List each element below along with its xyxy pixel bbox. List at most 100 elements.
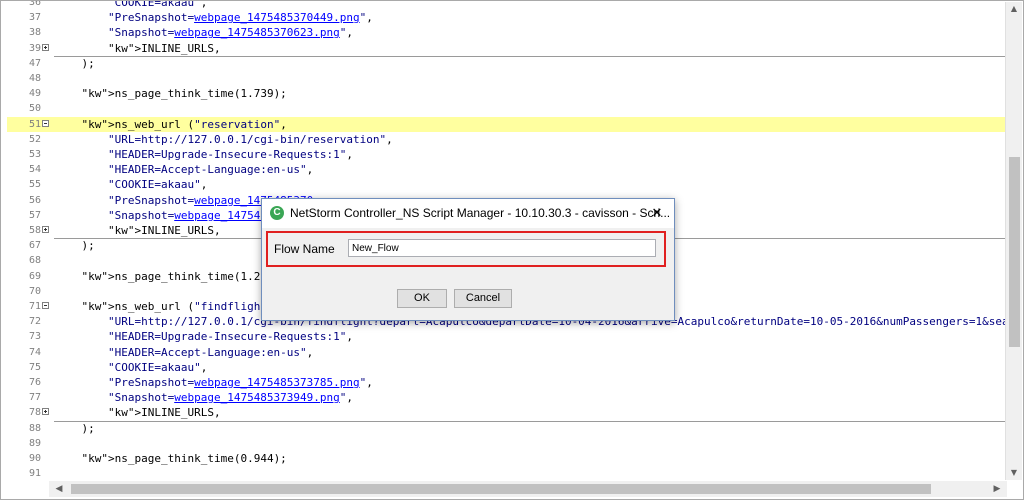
code-text: "kw">ns_web_url ("reservation", bbox=[81, 117, 287, 131]
line-number: 38 bbox=[28, 27, 41, 39]
line-number: 54 bbox=[28, 164, 41, 176]
code-text: "HEADER=Upgrade-Insecure-Requests:1", bbox=[107, 148, 354, 161]
line-number: 68 bbox=[28, 255, 41, 267]
line-number: 53 bbox=[28, 149, 41, 160]
code-line[interactable]: 55 "COOKIE=akaau", bbox=[7, 177, 1005, 192]
code-line[interactable]: 38 "Snapshot=webpage_1475485370623.png", bbox=[7, 25, 1005, 40]
code-text: "HEADER=Accept-Language:en-us", bbox=[107, 345, 314, 359]
flow-name-label: Flow Name bbox=[274, 242, 335, 256]
line-number: 89 bbox=[28, 437, 41, 449]
line-number: 78 bbox=[28, 407, 41, 419]
dialog-titlebar[interactable]: C NetStorm Controller_NS Script Manager … bbox=[262, 199, 674, 228]
fold-collapse-icon[interactable] bbox=[42, 302, 49, 309]
flow-name-input[interactable] bbox=[348, 239, 656, 257]
line-number: 47 bbox=[28, 57, 41, 69]
code-line[interactable]: 39 "kw">INLINE_URLS, bbox=[7, 41, 1005, 56]
line-number: 37 bbox=[28, 12, 41, 24]
code-text: "kw">INLINE_URLS, bbox=[107, 406, 221, 420]
code-text: "COOKIE=akaau", bbox=[107, 360, 208, 374]
scroll-left-icon[interactable]: ◀ bbox=[51, 481, 67, 497]
code-text: "PreSnapshot=webpage_1475485370449.png", bbox=[107, 11, 373, 25]
netstorm-logo-icon: C bbox=[270, 206, 284, 220]
code-text: "kw">ns_page_think_time(1.279); bbox=[81, 269, 287, 283]
code-line[interactable]: 53 "HEADER=Upgrade-Insecure-Requests:1", bbox=[7, 147, 1005, 162]
line-number: 74 bbox=[28, 346, 41, 358]
code-line[interactable]: 36 "COOKIE=akaau", bbox=[7, 1, 1005, 10]
scroll-down-icon[interactable]: ▼ bbox=[1006, 466, 1022, 480]
line-number: 77 bbox=[28, 392, 41, 404]
flow-name-dialog: C NetStorm Controller_NS Script Manager … bbox=[261, 198, 675, 321]
vertical-scroll-thumb[interactable] bbox=[1009, 157, 1020, 347]
code-line[interactable]: 89 bbox=[7, 436, 1005, 451]
horizontal-scroll-thumb[interactable] bbox=[71, 484, 931, 494]
horizontal-scrollbar[interactable]: ◀ ▶ bbox=[49, 481, 1007, 497]
code-text: "kw">INLINE_URLS, bbox=[107, 224, 221, 237]
code-line[interactable]: 76 "PreSnapshot=webpage_1475485373785.pn… bbox=[7, 375, 1005, 390]
code-line[interactable]: 50 bbox=[7, 101, 1005, 116]
fold-collapse-icon[interactable] bbox=[42, 119, 49, 127]
code-text: "COOKIE=akaau", bbox=[107, 178, 208, 192]
line-number: 39 bbox=[28, 42, 41, 54]
line-number: 73 bbox=[28, 331, 41, 343]
code-text: "Snapshot=webpage_1475485370623.png", bbox=[107, 26, 354, 40]
code-text: "kw">ns_page_think_time(0.944); bbox=[81, 452, 287, 465]
vertical-scrollbar[interactable]: ▲ ▼ bbox=[1005, 2, 1022, 480]
code-line[interactable]: 54 "HEADER=Accept-Language:en-us", bbox=[7, 162, 1005, 177]
line-number: 51 bbox=[28, 118, 41, 130]
line-number: 71 bbox=[28, 301, 41, 312]
code-text: ); bbox=[55, 421, 95, 435]
line-number: 52 bbox=[28, 133, 41, 145]
line-number: 90 bbox=[28, 453, 41, 464]
flow-name-field-group: Flow Name bbox=[266, 231, 666, 267]
close-icon[interactable]: ✕ bbox=[646, 202, 668, 224]
code-text: ); bbox=[55, 239, 95, 253]
line-number: 58 bbox=[28, 225, 41, 236]
line-number: 75 bbox=[28, 361, 41, 373]
code-text: "kw">ns_page_think_time(1.739); bbox=[81, 87, 287, 101]
code-text: "COOKIE=akaau", bbox=[107, 1, 208, 9]
code-line[interactable]: 73 "HEADER=Upgrade-Insecure-Requests:1", bbox=[7, 329, 1005, 344]
code-line[interactable]: 47 ); bbox=[7, 56, 1005, 71]
code-line[interactable]: 48 bbox=[7, 71, 1005, 86]
code-text: "HEADER=Upgrade-Insecure-Requests:1", bbox=[107, 330, 354, 344]
code-text: "PreSnapshot=webpage_1475485373785.png", bbox=[107, 376, 373, 389]
line-number: 88 bbox=[28, 422, 41, 434]
scroll-right-icon[interactable]: ▶ bbox=[989, 481, 1005, 497]
code-text: "kw">INLINE_URLS, bbox=[107, 41, 221, 55]
code-line[interactable]: 51 "kw">ns_web_url ("reservation", bbox=[7, 116, 1005, 132]
code-line[interactable]: 74 "HEADER=Accept-Language:en-us", bbox=[7, 345, 1005, 360]
line-number: 69 bbox=[28, 270, 41, 282]
code-line[interactable]: 78 "kw">INLINE_URLS, bbox=[7, 405, 1005, 420]
line-number: 36 bbox=[28, 1, 41, 8]
ok-button[interactable]: OK bbox=[397, 289, 447, 308]
line-number: 67 bbox=[28, 240, 41, 252]
cancel-button[interactable]: Cancel bbox=[454, 289, 512, 308]
code-text: "kw">ns_web_url ("findflight", bbox=[81, 300, 281, 313]
line-number: 48 bbox=[28, 73, 41, 84]
dialog-title: NetStorm Controller_NS Script Manager - … bbox=[290, 206, 671, 220]
code-line[interactable]: 49 "kw">ns_page_think_time(1.739); bbox=[7, 86, 1005, 101]
line-number: 72 bbox=[28, 316, 41, 328]
code-text: ); bbox=[55, 56, 95, 70]
line-number: 55 bbox=[28, 179, 41, 191]
line-number: 49 bbox=[28, 88, 41, 100]
line-number: 76 bbox=[28, 377, 41, 388]
code-line[interactable]: 88 ); bbox=[7, 421, 1005, 436]
scroll-up-icon[interactable]: ▲ bbox=[1006, 2, 1022, 16]
code-line[interactable]: 37 "PreSnapshot=webpage_1475485370449.pn… bbox=[7, 10, 1005, 25]
code-line[interactable]: 75 "COOKIE=akaau", bbox=[7, 360, 1005, 375]
fold-expand-icon[interactable] bbox=[42, 226, 49, 233]
code-line[interactable]: 90 "kw">ns_page_think_time(0.944); bbox=[7, 451, 1005, 466]
code-text: "HEADER=Accept-Language:en-us", bbox=[107, 163, 314, 177]
code-line[interactable]: 91 bbox=[7, 466, 1005, 481]
fold-expand-icon[interactable] bbox=[42, 408, 49, 416]
line-number: 57 bbox=[28, 209, 41, 221]
line-number: 56 bbox=[28, 194, 41, 206]
code-line[interactable]: 77 "Snapshot=webpage_1475485373949.png", bbox=[7, 390, 1005, 405]
code-text: "URL=http://127.0.0.1/cgi-bin/reservatio… bbox=[107, 132, 393, 146]
line-number: 50 bbox=[28, 103, 41, 115]
line-number: 70 bbox=[28, 285, 41, 297]
code-line[interactable]: 52 "URL=http://127.0.0.1/cgi-bin/reserva… bbox=[7, 132, 1005, 147]
fold-expand-icon[interactable] bbox=[42, 43, 49, 51]
code-text: "Snapshot=webpage_1475485373949.png", bbox=[107, 391, 354, 405]
